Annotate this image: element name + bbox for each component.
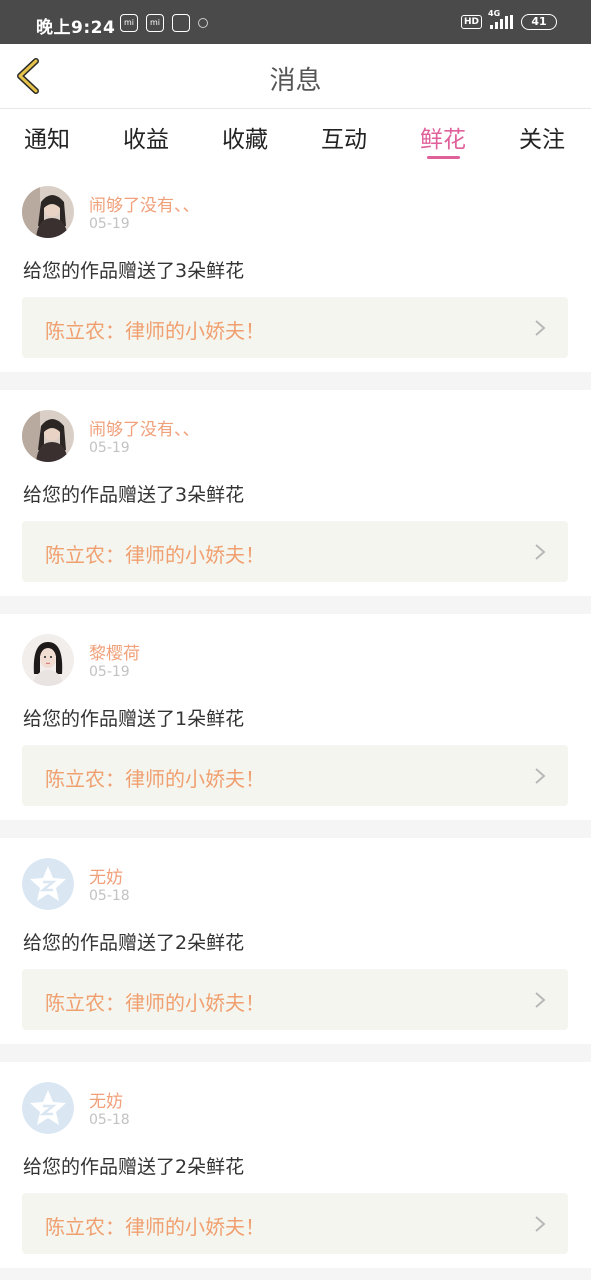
avatar[interactable] [22, 410, 74, 462]
divider [0, 820, 591, 838]
status-time: 晚上9:24 [36, 18, 116, 38]
message-text: 给您的作品赠送了3朵鲜花 [23, 260, 245, 282]
sender-name[interactable]: 闹够了没有、、 [89, 191, 200, 216]
default-avatar-star-icon [22, 1082, 74, 1134]
sender-name[interactable]: 无妨 [89, 863, 123, 888]
file-icon [172, 14, 190, 32]
default-avatar-star-icon [22, 858, 74, 910]
page-title: 消息 [269, 66, 322, 96]
mi-icon: mi [120, 14, 138, 32]
message-date: 05-19 [89, 440, 130, 456]
sender-name[interactable]: 闹够了没有、、 [89, 415, 200, 440]
battery-icon: 41 [521, 14, 557, 30]
work-link[interactable]: 陈立农：律师的小娇夫！ [22, 745, 568, 806]
list-item: 黎樱荷 05-19 给您的作品赠送了1朵鲜花 陈立农：律师的小娇夫！ [0, 614, 591, 820]
user-photo-icon [22, 186, 74, 238]
message-list: 闹够了没有、、 05-19 给您的作品赠送了3朵鲜花 陈立农：律师的小娇夫！ 闹… [0, 166, 591, 1280]
tab-earnings[interactable]: 收益 [123, 120, 169, 154]
message-date: 05-18 [89, 888, 130, 904]
sender-name[interactable]: 无妨 [89, 1087, 123, 1112]
list-item: 闹够了没有、、 05-19 给您的作品赠送了3朵鲜花 陈立农：律师的小娇夫！ [0, 166, 591, 372]
signal-icon: 4G [488, 9, 513, 29]
work-title: 陈立农：律师的小娇夫！ [45, 319, 265, 343]
status-right-icons: HD 4G 41 [460, 9, 557, 30]
tab-active-indicator [427, 156, 460, 159]
avatar[interactable] [22, 186, 74, 238]
sender-name[interactable]: 黎樱荷 [89, 639, 140, 664]
chevron-right-icon [535, 1216, 546, 1232]
tab-bar: 通知 收益 收藏 互动 鲜花 关注 [0, 110, 591, 166]
chevron-right-icon [535, 544, 546, 560]
chevron-right-icon [535, 768, 546, 784]
message-date: 05-19 [89, 664, 130, 680]
divider [0, 372, 591, 390]
message-text: 给您的作品赠送了1朵鲜花 [23, 708, 245, 730]
work-link[interactable]: 陈立农：律师的小娇夫！ [22, 969, 568, 1030]
message-text: 给您的作品赠送了2朵鲜花 [23, 1156, 245, 1178]
message-text: 给您的作品赠送了2朵鲜花 [23, 932, 245, 954]
user-photo-icon [22, 410, 74, 462]
tab-favorites[interactable]: 收藏 [222, 120, 268, 154]
message-text: 给您的作品赠送了3朵鲜花 [23, 484, 245, 506]
avatar[interactable] [22, 1082, 74, 1134]
avatar[interactable] [22, 858, 74, 910]
status-notification-icons: mi mi [120, 14, 208, 32]
divider [0, 596, 591, 614]
tab-follow[interactable]: 关注 [519, 120, 565, 154]
chevron-right-icon [535, 992, 546, 1008]
tab-interaction[interactable]: 互动 [321, 120, 367, 154]
work-title: 陈立农：律师的小娇夫！ [45, 991, 265, 1015]
message-date: 05-19 [89, 216, 130, 232]
hd-icon: HD [460, 15, 482, 29]
list-item: 闹够了没有、、 05-19 给您的作品赠送了3朵鲜花 陈立农：律师的小娇夫！ [0, 390, 591, 596]
sync-icon [198, 18, 208, 28]
list-item: 无妨 05-18 给您的作品赠送了2朵鲜花 陈立农：律师的小娇夫！ [0, 838, 591, 1044]
work-title: 陈立农：律师的小娇夫！ [45, 1215, 265, 1239]
tab-flowers[interactable]: 鲜花 [420, 120, 466, 154]
divider [0, 1268, 591, 1280]
chevron-right-icon [535, 320, 546, 336]
message-date: 05-18 [89, 1112, 130, 1128]
network-type: 4G [488, 9, 501, 18]
work-link[interactable]: 陈立农：律师的小娇夫！ [22, 297, 568, 358]
app-header: 消息 [0, 44, 591, 109]
work-link[interactable]: 陈立农：律师的小娇夫！ [22, 521, 568, 582]
user-photo-icon [22, 634, 74, 686]
tab-notice[interactable]: 通知 [24, 120, 70, 154]
divider [0, 1044, 591, 1062]
avatar[interactable] [22, 634, 74, 686]
work-title: 陈立农：律师的小娇夫！ [45, 767, 265, 791]
list-item: 无妨 05-18 给您的作品赠送了2朵鲜花 陈立农：律师的小娇夫！ [0, 1062, 591, 1268]
work-title: 陈立农：律师的小娇夫！ [45, 543, 265, 567]
work-link[interactable]: 陈立农：律师的小娇夫！ [22, 1193, 568, 1254]
status-bar: 晚上9:24 mi mi HD 4G 41 [0, 0, 591, 44]
mi-icon: mi [146, 14, 164, 32]
